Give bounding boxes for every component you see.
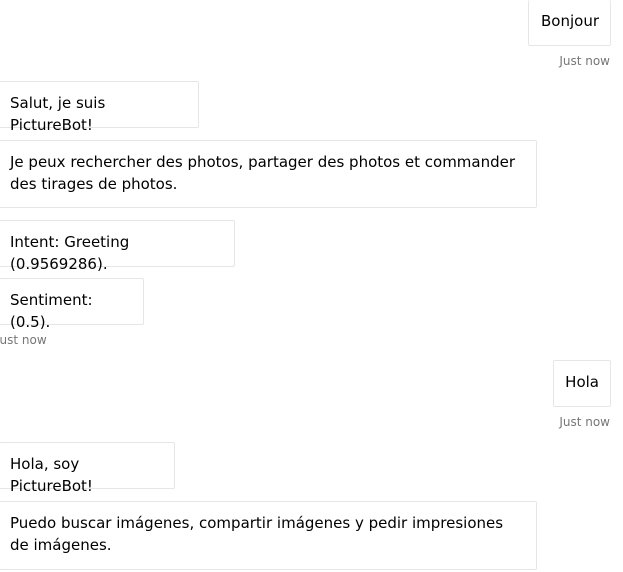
- bot-message-text: Salut, je suis PictureBot!: [10, 94, 106, 134]
- bot-message-text: Intent: Greeting (0.9569286).: [10, 233, 130, 273]
- bot-message-bubble: Salut, je suis PictureBot!: [0, 81, 199, 134]
- message-timestamp: Just now: [0, 333, 47, 347]
- bot-message-bubble: Je peux rechercher des photos, partager …: [0, 140, 537, 208]
- user-message-bubble: Bonjour: [528, 0, 611, 46]
- bot-message-text: Puedo buscar imágenes, compartir imágene…: [10, 514, 504, 554]
- user-message-text: Bonjour: [541, 12, 599, 30]
- bot-message-text: Hola, soy PictureBot!: [10, 455, 93, 495]
- bot-message-bubble: Intent: Greeting (0.9569286).: [0, 220, 235, 273]
- message-timestamp: Just now: [559, 54, 610, 68]
- message-timestamp: Just now: [559, 415, 610, 429]
- bot-message-text: Sentiment: (0.5).: [10, 291, 93, 331]
- bot-message-bubble: Puedo buscar imágenes, compartir imágene…: [0, 501, 537, 570]
- user-message-bubble: Hola: [553, 360, 611, 407]
- bot-message-text: Je peux rechercher des photos, partager …: [10, 153, 516, 193]
- user-message-text: Hola: [565, 373, 599, 391]
- bot-message-bubble: Sentiment: (0.5).: [0, 278, 144, 331]
- bot-message-bubble: Hola, soy PictureBot!: [0, 442, 175, 495]
